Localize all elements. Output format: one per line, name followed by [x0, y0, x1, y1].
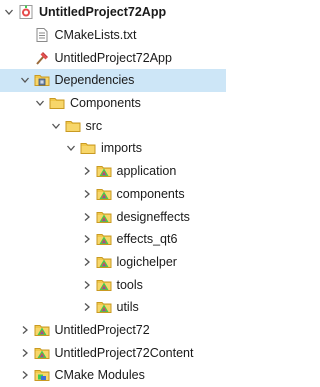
module-folder-icon: [34, 72, 50, 88]
tree-item-label: Components: [70, 96, 141, 111]
tree-item-label: designeffects: [116, 209, 190, 224]
tree-item[interactable]: UntitledProject72App: [0, 46, 207, 69]
tree-item-label: Dependencies: [54, 73, 135, 88]
tree-item[interactable]: components: [0, 183, 207, 206]
chevron-down-icon[interactable]: [19, 74, 31, 86]
folder-icon: [65, 118, 81, 134]
tree-item[interactable]: CMakeLists.txt: [0, 24, 207, 47]
tree-item-label: utils: [116, 300, 139, 315]
tree-item-label: UntitledProject72: [54, 322, 150, 337]
tree-item[interactable]: effects_qt6: [0, 228, 207, 251]
tree-item[interactable]: UntitledProject72Content: [0, 341, 207, 364]
qt-module-folder-icon: [96, 231, 112, 247]
qt-module-folder-icon: [96, 277, 112, 293]
project-tree: UntitledProject72App CMakeLists.txt Unti…: [0, 0, 226, 382]
tree-item-label: effects_qt6: [116, 232, 178, 247]
chevron-right-icon[interactable]: [81, 165, 93, 177]
tree-item[interactable]: UntitledProject72App: [0, 1, 207, 24]
chevron-down-icon[interactable]: [3, 6, 15, 18]
folder-icon: [49, 95, 65, 111]
qt-module-folder-icon: [34, 345, 50, 361]
tree-item[interactable]: logichelper: [0, 251, 207, 274]
tree-item[interactable]: utils: [0, 296, 207, 319]
tree-item-label: application: [116, 164, 177, 179]
qt-project-icon: [18, 4, 34, 20]
tree-item[interactable]: Components: [0, 92, 207, 115]
qt-module-folder-icon: [96, 299, 112, 315]
tree-item-label: UntitledProject72Content: [54, 345, 194, 360]
tree-item-label: imports: [101, 141, 142, 156]
tree-item-label: tools: [116, 277, 143, 292]
tree-item[interactable]: imports: [0, 137, 207, 160]
tree-item-label: CMakeLists.txt: [54, 28, 137, 43]
chevron-right-icon[interactable]: [81, 188, 93, 200]
qt-module-folder-icon: [96, 254, 112, 270]
chevron-right-icon[interactable]: [81, 256, 93, 268]
tree-item[interactable]: application: [0, 160, 207, 183]
chevron-right-icon[interactable]: [19, 324, 31, 336]
qt-module-folder-icon: [96, 209, 112, 225]
chevron-right-icon[interactable]: [81, 279, 93, 291]
qt-module-folder-icon: [34, 322, 50, 338]
folder-icon: [80, 140, 96, 156]
qt-module-folder-icon: [96, 186, 112, 202]
chevron-right-icon[interactable]: [19, 347, 31, 359]
chevron-down-icon[interactable]: [65, 142, 77, 154]
qt-module-folder-icon: [96, 163, 112, 179]
tree-item-label: logichelper: [116, 254, 177, 269]
build-hammer-icon: [34, 50, 50, 66]
chevron-right-icon[interactable]: [81, 211, 93, 223]
tree-item-label: components: [116, 186, 185, 201]
tree-item[interactable]: tools: [0, 273, 207, 296]
text-file-icon: [34, 27, 50, 43]
tree-item-label: src: [85, 118, 103, 133]
tree-item[interactable]: UntitledProject72: [0, 319, 207, 342]
chevron-right-icon[interactable]: [81, 233, 93, 245]
tree-item[interactable]: Dependencies: [0, 69, 226, 92]
tree-item[interactable]: CMake Modules: [0, 364, 207, 387]
tree-item[interactable]: designeffects: [0, 205, 207, 228]
tree-item-label: CMake Modules: [54, 368, 145, 383]
chevron-right-icon[interactable]: [19, 369, 31, 381]
chevron-right-icon[interactable]: [81, 301, 93, 313]
tree-item[interactable]: src: [0, 114, 207, 137]
tree-item-label: UntitledProject72App: [39, 5, 167, 20]
cmake-folder-icon: [34, 367, 50, 383]
tree-item-label: UntitledProject72App: [54, 50, 172, 65]
chevron-down-icon[interactable]: [50, 120, 62, 132]
chevron-down-icon[interactable]: [34, 97, 46, 109]
